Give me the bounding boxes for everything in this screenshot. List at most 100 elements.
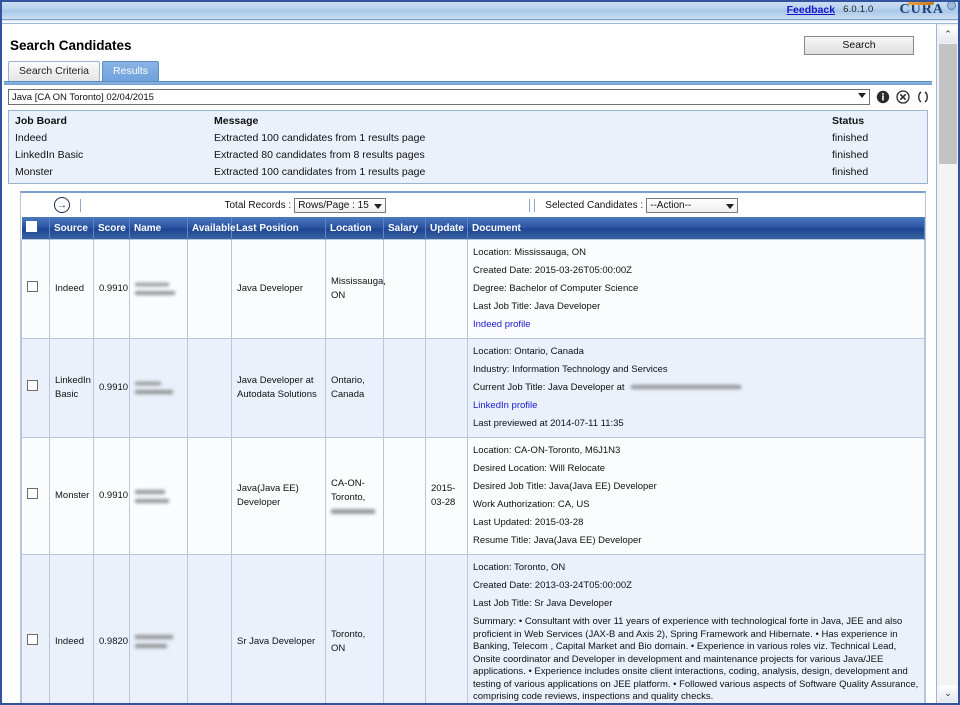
- cell-location: CA-ON-Toronto,: [325, 437, 384, 555]
- table-row[interactable]: Monster 0.9910 Java(Java EE) Developer C…: [21, 437, 925, 555]
- page-scrollbar[interactable]: ⌃ ⌄: [936, 24, 960, 704]
- chevron-down-icon: [858, 93, 866, 98]
- table-row[interactable]: Indeed 0.9910 Java Developer Mississauga…: [21, 239, 925, 339]
- saved-search-row: Java [CA ON Toronto] 02/04/2015: [0, 85, 936, 107]
- action-select[interactable]: --Action--: [646, 197, 739, 213]
- doc-line: Last Updated: 2015-03-28: [473, 517, 584, 528]
- table-row[interactable]: LinkedIn Basic 0.9910 Java Developer at …: [21, 338, 925, 438]
- redacted-name: [135, 290, 175, 296]
- job-board-name: Indeed: [15, 132, 48, 144]
- doc-line: Industry: Information Technology and Ser…: [473, 364, 668, 375]
- job-board-header-status: Status: [832, 115, 865, 127]
- rows-per-page-value: Rows/Page : 15: [298, 199, 369, 211]
- rows-per-page-select[interactable]: Rows/Page : 15: [294, 197, 386, 213]
- cell-source: Monster: [49, 437, 94, 555]
- page-root: Search Candidates Search Search Criteria…: [0, 24, 960, 704]
- title-row: Search Candidates Search: [0, 24, 936, 58]
- row-select-cell[interactable]: [21, 239, 50, 339]
- doc-line: Last Job Title: Java Developer: [473, 301, 601, 312]
- row-checkbox[interactable]: [27, 633, 38, 645]
- cell-available: [187, 338, 232, 438]
- doc-line: Created Date: 2013-03-24T05:00:00Z: [473, 580, 632, 591]
- linkedin-profile-link[interactable]: LinkedIn profile: [473, 397, 919, 415]
- redacted-name: [135, 389, 173, 395]
- cell-update: 2015-03-28: [425, 437, 468, 555]
- cell-location-text: CA-ON-Toronto,: [331, 478, 366, 503]
- doc-line: Location: Ontario, Canada: [473, 346, 584, 357]
- scrollbar-thumb[interactable]: [939, 44, 957, 164]
- redacted-name: [135, 282, 169, 287]
- saved-search-select[interactable]: Java [CA ON Toronto] 02/04/2015: [8, 89, 870, 105]
- redacted-name: [135, 634, 173, 641]
- cancel-icon[interactable]: [895, 90, 910, 105]
- column-header-available[interactable]: Available: [187, 217, 236, 240]
- doc-line: Location: Mississauga, ON: [473, 247, 586, 258]
- cell-available: [187, 554, 232, 704]
- cell-name: [129, 338, 188, 438]
- logo-swoosh-icon: [907, 0, 934, 5]
- row-select-cell[interactable]: [21, 437, 50, 555]
- job-board-header-row: Job Board Message Status: [9, 113, 927, 130]
- row-checkbox[interactable]: [27, 380, 38, 391]
- redacted-name: [135, 643, 167, 650]
- page-title: Search Candidates: [10, 37, 132, 53]
- registered-mark-icon: [947, 0, 956, 10]
- column-header-score[interactable]: Score: [93, 217, 130, 240]
- app-version: 6.0.1.0: [843, 4, 874, 15]
- doc-line: Location: CA-ON-Toronto, M6J1N3: [473, 445, 621, 456]
- select-all-checkbox[interactable]: [25, 221, 37, 232]
- refresh-icon[interactable]: [915, 90, 930, 105]
- tab-search-criteria[interactable]: Search Criteria: [8, 61, 101, 81]
- cell-score: 0.9910: [93, 437, 130, 555]
- cell-update: [425, 554, 468, 704]
- row-select-cell[interactable]: [21, 554, 50, 704]
- doc-line: Degree: Bachelor of Computer Science: [473, 283, 639, 294]
- job-board-message: Extracted 80 candidates from 8 results p…: [214, 149, 425, 161]
- indeed-profile-link[interactable]: Indeed profile: [473, 316, 919, 334]
- column-header-last-position[interactable]: Last Position: [231, 217, 326, 240]
- cell-source: Indeed: [49, 239, 94, 339]
- table-row[interactable]: Indeed 0.9820 Sr Java Developer Toronto,…: [21, 554, 925, 704]
- cell-source: Indeed: [49, 554, 94, 704]
- toolbar-separator: [529, 198, 531, 212]
- job-board-status: finished: [832, 166, 869, 178]
- info-icon[interactable]: [875, 90, 890, 105]
- column-header-name[interactable]: Name: [129, 217, 188, 240]
- chevron-down-icon: [373, 203, 382, 209]
- row-select-cell[interactable]: [21, 338, 50, 438]
- cell-location: Toronto, ON: [325, 554, 384, 704]
- column-header-location[interactable]: Location: [325, 217, 384, 240]
- cell-name: [129, 437, 188, 555]
- row-checkbox[interactable]: [27, 488, 38, 499]
- doc-summary: Summary: • Consultant with over 11 years…: [473, 616, 919, 702]
- feedback-link[interactable]: Feedback: [787, 4, 835, 16]
- cell-name: [129, 239, 188, 339]
- toolbar-separator: [534, 198, 536, 212]
- job-board-row: Indeed Extracted 100 candidates from 1 r…: [9, 130, 927, 147]
- tab-results[interactable]: Results: [102, 61, 160, 81]
- select-all-header[interactable]: [21, 217, 50, 240]
- column-header-document[interactable]: Document: [467, 217, 925, 240]
- next-page-icon[interactable]: →: [54, 197, 70, 213]
- job-board-status: finished: [832, 149, 869, 161]
- column-header-update[interactable]: Update: [425, 217, 468, 240]
- search-button[interactable]: Search: [804, 35, 914, 55]
- results-frame: → Total Records : Rows/Page : 15 Selecte…: [20, 191, 926, 704]
- chevron-down-icon: [726, 203, 735, 209]
- column-header-salary[interactable]: Salary: [383, 217, 426, 240]
- job-board-message: Extracted 100 candidates from 1 results …: [214, 166, 426, 178]
- cell-update: [425, 338, 468, 438]
- doc-line: Resume Title: Java(Java EE) Developer: [473, 535, 642, 546]
- cell-document: Location: Mississauga, ON Created Date: …: [467, 239, 925, 339]
- cell-last-position: Java(Java EE) Developer: [231, 437, 326, 555]
- scroll-down-button[interactable]: ⌄: [939, 685, 957, 702]
- cell-name: [129, 554, 188, 704]
- scrollbar-track[interactable]: [939, 164, 957, 684]
- cell-location: Mississauga, ON: [325, 239, 386, 339]
- cell-salary: [383, 239, 426, 339]
- row-checkbox[interactable]: [27, 281, 38, 292]
- doc-line: Current Job Title: Java Developer at: [473, 379, 919, 397]
- scroll-up-button[interactable]: ⌃: [939, 26, 957, 43]
- page-content: Search Candidates Search Search Criteria…: [0, 24, 936, 704]
- column-header-source[interactable]: Source: [49, 217, 94, 240]
